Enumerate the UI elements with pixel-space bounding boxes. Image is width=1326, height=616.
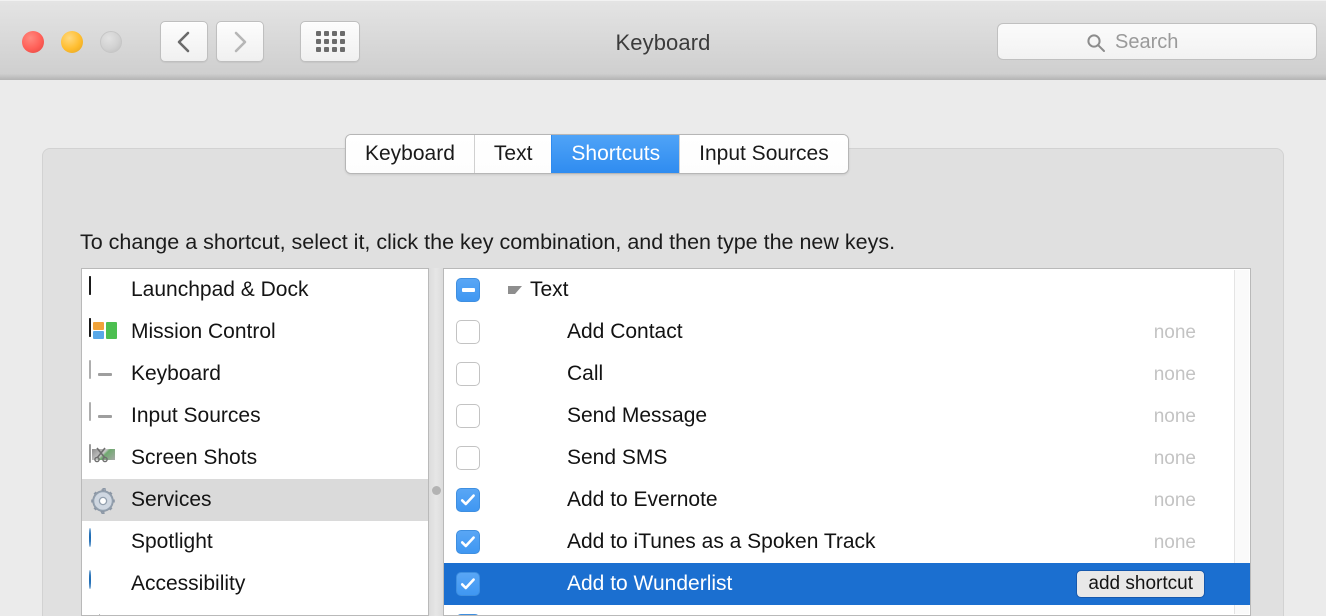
row-shortcut-value[interactable]: none [1154,448,1196,470]
table-row[interactable]: Add to Evernote none [444,479,1250,521]
sidebar-item-accessibility[interactable]: Accessibility [82,563,428,605]
row-shortcut-value[interactable]: none [1154,532,1196,554]
row-shortcut-value[interactable]: none [1154,406,1196,428]
shortcut-group-header-text[interactable]: Text [444,269,1250,311]
row-label: Send Message [567,404,708,427]
tab-keyboard[interactable]: Keyboard [346,135,474,173]
launchpad-dock-icon [89,276,119,303]
sidebar-item-label: Screen Shots [131,446,258,469]
sidebar-item-mission-control[interactable]: Mission Control [82,311,428,353]
window-titlebar: Keyboard Search [0,0,1326,80]
sidebar-item-label: Input Sources [131,404,261,427]
table-row[interactable]: Add Contact none [444,311,1250,353]
row-label: Add to iTunes as a Spoken Track [567,530,876,553]
group-checkbox[interactable] [456,278,480,302]
row-label: Call [567,362,604,385]
instruction-text: To change a shortcut, select it, click t… [80,230,896,254]
tab-shortcuts[interactable]: Shortcuts [551,135,680,173]
row-shortcut-value[interactable]: none [1154,490,1196,512]
sidebar-item-label: Launchpad & Dock [131,278,309,301]
search-placeholder: Search [1115,31,1179,53]
sidebar-item-launchpad-dock[interactable]: Launchpad & Dock [82,269,428,311]
row-checkbox[interactable] [456,572,480,596]
tab-text[interactable]: Text [473,135,552,173]
sidebar-item-label: Mission Control [131,320,276,343]
row-checkbox[interactable] [456,446,480,470]
row-shortcut-value[interactable]: none [1154,322,1196,344]
search-icon [1086,33,1106,58]
table-row[interactable]: Add to iTunes as a Spoken Track none [444,521,1250,563]
row-checkbox[interactable] [456,320,480,344]
pane-splitter[interactable] [429,268,443,616]
sidebar-item-label: Services [131,488,212,511]
table-row-selected[interactable]: Add to Wunderlist add shortcut [444,563,1250,605]
sidebar-item-keyboard[interactable]: Keyboard [82,353,428,395]
spotlight-icon [89,528,119,555]
mission-control-icon [89,318,119,345]
gear-icon [89,487,119,514]
screenshot-icon [89,444,119,471]
sidebar-item-label: Accessibility [131,572,246,595]
row-checkbox[interactable] [456,488,480,512]
tab-input-sources[interactable]: Input Sources [679,135,848,173]
shortcuts-tab-bar: Keyboard Text Shortcuts Input Sources [345,134,849,174]
table-row[interactable]: Send Message none [444,395,1250,437]
sidebar-item-app-shortcuts[interactable]: App Shortcuts [82,605,428,615]
mixed-state-dash [461,288,475,292]
table-row[interactable]: Send SMS none [444,437,1250,479]
row-label: Add to Evernote [567,488,718,511]
sidebar-item-screen-shots[interactable]: Screen Shots [82,437,428,479]
keyboard-icon [89,402,119,429]
sidebar-item-services[interactable]: Services [82,479,428,521]
row-label: Add Contact [567,320,683,343]
table-row[interactable]: Call none [444,353,1250,395]
row-checkbox[interactable] [456,530,480,554]
chevron-down-icon[interactable] [508,286,522,294]
row-checkbox[interactable] [456,404,480,428]
add-shortcut-button[interactable]: add shortcut [1076,570,1205,598]
shortcut-items-list[interactable]: Text Add Contact none Call none Send Mes… [443,268,1251,616]
group-label: Text [530,278,569,301]
sidebar-item-label: Spotlight [131,530,213,553]
sidebar-item-label: Keyboard [131,362,221,385]
row-shortcut-value[interactable]: none [1154,364,1196,386]
row-checkbox[interactable] [456,362,480,386]
keyboard-preferences-window: Keyboard Search Keyboard Text Shortcuts … [0,0,1326,616]
shortcut-category-list[interactable]: Launchpad & Dock Mission Control Keyboar… [81,268,429,616]
sidebar-item-input-sources[interactable]: Input Sources [82,395,428,437]
keyboard-icon [89,360,119,387]
row-label: Add to Wunderlist [567,572,733,595]
table-row[interactable]: Check text with White Sand [444,605,1250,615]
search-field[interactable]: Search [997,23,1317,60]
accessibility-icon [89,570,119,597]
splitter-grip[interactable] [432,486,441,495]
row-label: Send SMS [567,446,668,469]
sidebar-item-spotlight[interactable]: Spotlight [82,521,428,563]
